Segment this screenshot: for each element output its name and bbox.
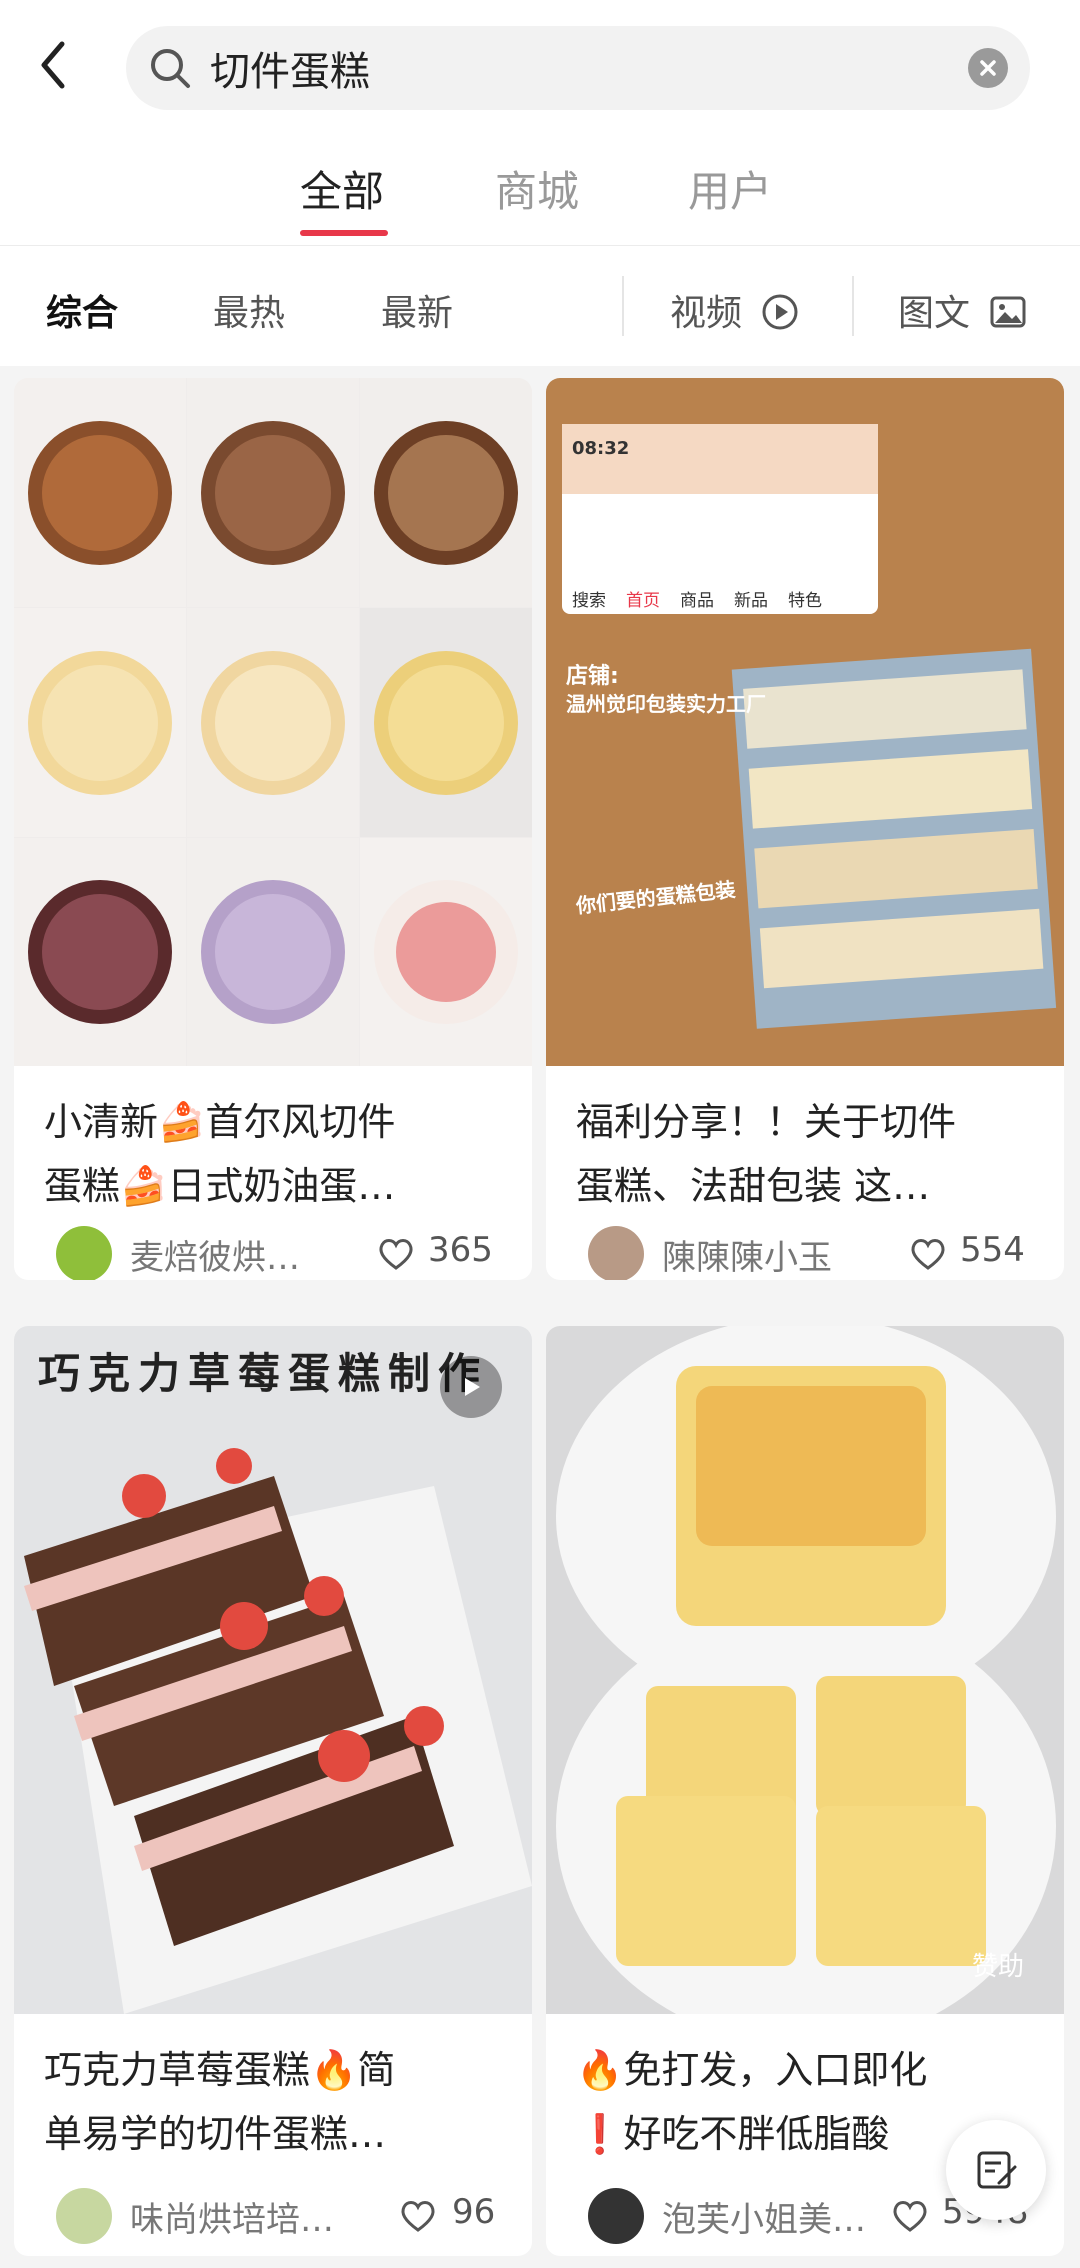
- result-tabs: 全部 商城 用户: [0, 130, 1080, 246]
- filter-hottest[interactable]: 最热: [213, 284, 285, 336]
- heart-icon[interactable]: [376, 1234, 416, 1274]
- divider: [622, 276, 624, 336]
- author-name[interactable]: 味尚烘培培…: [130, 2192, 334, 2241]
- shop-name: 温州觉印包装实力工厂: [566, 692, 766, 716]
- phone-time: 08:32: [572, 438, 630, 459]
- close-icon: [980, 60, 996, 76]
- filter-video[interactable]: 视频: [670, 284, 799, 336]
- filter-image-text-label: 图文: [898, 293, 971, 334]
- chevron-left-icon: [41, 41, 65, 89]
- card-title: 蛋糕、法甜包装 这…: [576, 1164, 931, 1208]
- card-title: 福利分享！！关于切件: [576, 1100, 957, 1144]
- divider: [852, 276, 854, 336]
- heart-icon[interactable]: [398, 2196, 438, 2236]
- cake-grid-image: [14, 378, 532, 1066]
- image-icon: [990, 296, 1026, 328]
- card-title: 单易学的切件蛋糕…: [44, 2112, 387, 2156]
- tab-all[interactable]: 全部: [300, 158, 384, 219]
- phone-tab: 商品: [680, 591, 714, 611]
- filter-video-label: 视频: [670, 293, 743, 334]
- phone-tab: 首页: [626, 591, 660, 611]
- feed-card[interactable]: 巧克力草莓蛋糕制作 巧克力草莓蛋糕🔥简 单易学的切件蛋糕… 味尚烘培培… 96: [14, 1326, 532, 2256]
- filter-newest[interactable]: 最新: [381, 284, 453, 336]
- back-button[interactable]: [28, 35, 78, 95]
- author-name[interactable]: 陳陳陳小玉: [662, 1230, 832, 1279]
- top-bar: 切件蛋糕: [0, 0, 1080, 130]
- like-count: 554: [960, 1230, 1025, 1270]
- heart-icon[interactable]: [890, 2196, 930, 2236]
- phone-tab: 特色: [788, 591, 822, 611]
- tab-mall[interactable]: 商城: [495, 158, 579, 219]
- feed-card[interactable]: 小清新🍰首尔风切件 蛋糕🍰日式奶油蛋… 麦焙彼烘… 365: [14, 378, 532, 1280]
- avatar[interactable]: [588, 2188, 644, 2244]
- feed-card[interactable]: 赞助 🔥免打发，入口即化 ❗好吃不胖低脂酸 泡芙小姐美… 5948: [546, 1326, 1064, 2256]
- active-tab-indicator: [300, 230, 388, 236]
- feed-card[interactable]: 08:32 搜索 首页 商品 新品 特色 店铺: 温州觉印包装实力工厂 你们要的…: [546, 378, 1064, 1280]
- author-name[interactable]: 麦焙彼烘…: [130, 1230, 300, 1279]
- edit-icon: [977, 2151, 1017, 2189]
- play-icon: [465, 1378, 480, 1396]
- like-count: 365: [428, 1230, 493, 1270]
- filter-comprehensive[interactable]: 综合: [46, 284, 118, 336]
- search-input[interactable]: 切件蛋糕: [210, 39, 370, 97]
- card-title: 蛋糕🍰日式奶油蛋…: [44, 1164, 396, 1208]
- heart-icon[interactable]: [908, 1234, 948, 1274]
- card-title: 小清新🍰首尔风切件: [44, 1100, 396, 1144]
- compose-button[interactable]: [946, 2120, 1046, 2220]
- sponge-cake-image: [546, 1326, 1064, 2014]
- author-name[interactable]: 泡芙小姐美…: [662, 2192, 866, 2241]
- avatar[interactable]: [56, 1226, 112, 1280]
- filter-image-text[interactable]: 图文: [898, 284, 1027, 336]
- shop-label: 店铺:: [566, 664, 619, 689]
- search-icon: [146, 44, 194, 92]
- play-circle-icon: [762, 294, 798, 330]
- like-count: 96: [452, 2192, 496, 2232]
- video-headline: 巧克力草莓蛋糕制作: [38, 1349, 489, 1398]
- play-button[interactable]: [440, 1356, 502, 1418]
- filter-bar: 综合 最热 最新 视频 图文: [0, 246, 1080, 366]
- sponsored-badge: 赞助: [971, 1952, 1024, 1982]
- search-bar[interactable]: 切件蛋糕: [126, 26, 1030, 110]
- phone-tab: 搜索: [572, 591, 606, 611]
- chocolate-strawberry-cake-image: [14, 1326, 532, 2014]
- card-title: 🔥免打发，入口即化: [576, 2048, 928, 2092]
- phone-tab-row: 搜索 首页 商品 新品 特色: [572, 586, 822, 611]
- avatar[interactable]: [588, 1226, 644, 1280]
- phone-tab: 新品: [734, 591, 768, 611]
- card-title: 巧克力草莓蛋糕🔥简: [44, 2048, 396, 2092]
- tab-users[interactable]: 用户: [688, 158, 772, 219]
- cake-packaging-image: [546, 378, 1064, 1066]
- clear-search-button[interactable]: [968, 48, 1008, 88]
- avatar[interactable]: [56, 2188, 112, 2244]
